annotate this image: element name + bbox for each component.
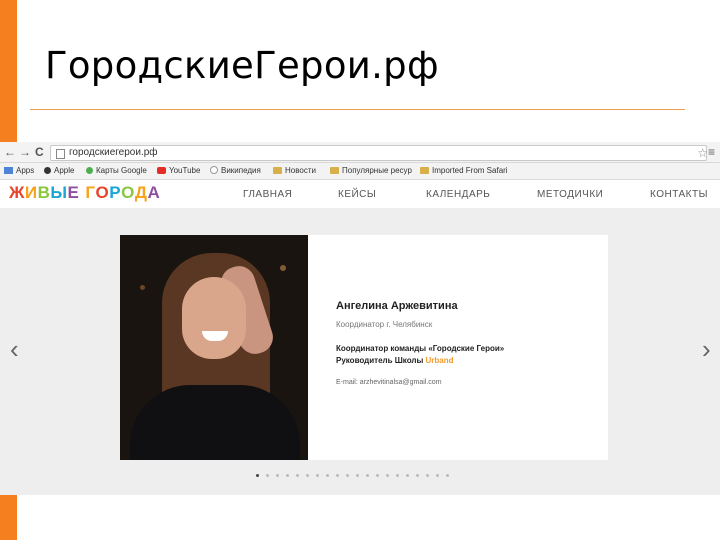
bookmark-wikipedia[interactable]: Википедия (210, 165, 261, 177)
bookmark-popular-folder[interactable]: Популярные ресур (330, 165, 412, 177)
bookmark-apple[interactable]: Apple (44, 165, 74, 177)
carousel-dot[interactable] (296, 474, 299, 477)
browser-toolbar: ← → C городскиегерои.рф ☆ ≡ (0, 142, 720, 163)
forward-icon[interactable]: → (19, 145, 31, 159)
bookmark-google-maps[interactable]: Карты Google (86, 165, 147, 177)
wikipedia-icon (210, 166, 218, 174)
profile-photo (120, 235, 308, 460)
carousel-dot[interactable] (446, 474, 449, 477)
carousel-dot[interactable] (416, 474, 419, 477)
logo-letter: В (37, 183, 51, 202)
photo-body (130, 385, 300, 460)
carousel-dot[interactable] (256, 474, 259, 477)
nav-link-contacts[interactable]: КОНТАКТЫ (650, 189, 708, 200)
bookmark-youtube[interactable]: YouTube (157, 165, 200, 177)
carousel: ‹ › Ангелина Аржевитина Координатор г. Ч… (0, 208, 720, 495)
page-icon (56, 149, 65, 159)
apple-icon (44, 167, 51, 174)
site-logo[interactable]: ЖИВЫЕ ГОРОДА (9, 183, 160, 203)
profile-email: E-mail: arzhevitinalsa@gmail.com (336, 379, 442, 386)
chevron-left-icon[interactable]: ‹ (10, 336, 19, 362)
carousel-dot[interactable] (406, 474, 409, 477)
bookmark-apps[interactable]: Apps (4, 165, 34, 177)
address-bar[interactable]: городскиегерои.рф ☆ (50, 145, 708, 161)
nav-link-calendar[interactable]: КАЛЕНДАРЬ (426, 189, 490, 200)
carousel-dot[interactable] (376, 474, 379, 477)
logo-letter: Ы (50, 183, 68, 202)
youtube-icon (157, 167, 166, 174)
carousel-dot[interactable] (346, 474, 349, 477)
nav-link-guides[interactable]: МЕТОДИЧКИ (537, 189, 603, 200)
maps-icon (86, 167, 93, 174)
menu-icon[interactable]: ≡ (708, 145, 715, 159)
carousel-dot[interactable] (326, 474, 329, 477)
nav-link-home[interactable]: ГЛАВНАЯ (243, 189, 292, 200)
address-url: городскиегерои.рф (69, 147, 158, 158)
logo-letter: О (121, 183, 135, 202)
site-header: ЖИВЫЕ ГОРОДА ГЛАВНАЯ КЕЙСЫ КАЛЕНДАРЬ МЕТ… (0, 180, 720, 208)
reload-icon[interactable]: C (35, 145, 44, 159)
bookmarks-bar: Apps Apple Карты Google YouTube Википеди… (0, 163, 720, 180)
profile-name: Ангелина Аржевитина (336, 300, 458, 312)
carousel-dot[interactable] (436, 474, 439, 477)
folder-icon (420, 167, 429, 174)
carousel-dot[interactable] (336, 474, 339, 477)
carousel-dot[interactable] (356, 474, 359, 477)
logo-letter: А (147, 183, 161, 202)
carousel-dot[interactable] (306, 474, 309, 477)
carousel-dot[interactable] (316, 474, 319, 477)
photo-bokeh (140, 285, 145, 290)
logo-letter: О (95, 183, 110, 202)
logo-letter: Е (67, 183, 80, 202)
carousel-dot[interactable] (366, 474, 369, 477)
bookmark-safari-folder[interactable]: Imported From Safari (420, 165, 508, 177)
profile-position: Координатор команды «Городские Герои» Ру… (336, 343, 596, 367)
logo-letter: И (24, 183, 38, 202)
profile-card: Ангелина Аржевитина Координатор г. Челяб… (120, 235, 608, 460)
profile-info: Ангелина Аржевитина Координатор г. Челяб… (336, 299, 596, 388)
carousel-dots (256, 464, 456, 477)
browser-screenshot: ← → C городскиегерои.рф ☆ ≡ Apps Apple К… (0, 142, 720, 495)
position-prefix: Руководитель Школы (336, 356, 426, 365)
photo-bokeh (280, 265, 286, 271)
folder-icon (330, 167, 339, 174)
grid-icon (4, 167, 13, 174)
chevron-right-icon[interactable]: › (702, 336, 711, 362)
logo-letter: Ж (9, 183, 25, 202)
folder-icon (273, 167, 282, 174)
carousel-dot[interactable] (266, 474, 269, 477)
title-divider (30, 109, 685, 110)
carousel-dot[interactable] (276, 474, 279, 477)
logo-letter: Р (109, 183, 122, 202)
position-line-1: Координатор команды «Городские Герои» (336, 344, 505, 353)
nav-link-cases[interactable]: КЕЙСЫ (338, 189, 376, 200)
bookmark-star-icon[interactable]: ☆ (697, 147, 708, 159)
position-line-2: Руководитель Школы Urband (336, 355, 596, 367)
profile-role: Координатор г. Челябинск (336, 320, 433, 329)
slide-title: ГородскиеГерои.рф (45, 44, 439, 87)
back-icon[interactable]: ← (4, 145, 16, 159)
photo-face (182, 277, 246, 359)
carousel-dot[interactable] (386, 474, 389, 477)
urband-link[interactable]: Urband (426, 356, 454, 365)
carousel-dot[interactable] (426, 474, 429, 477)
carousel-dot[interactable] (396, 474, 399, 477)
carousel-dot[interactable] (286, 474, 289, 477)
bookmark-news-folder[interactable]: Новости (273, 165, 316, 177)
logo-letter: Д (134, 183, 148, 202)
logo-letter: Г (85, 183, 96, 202)
